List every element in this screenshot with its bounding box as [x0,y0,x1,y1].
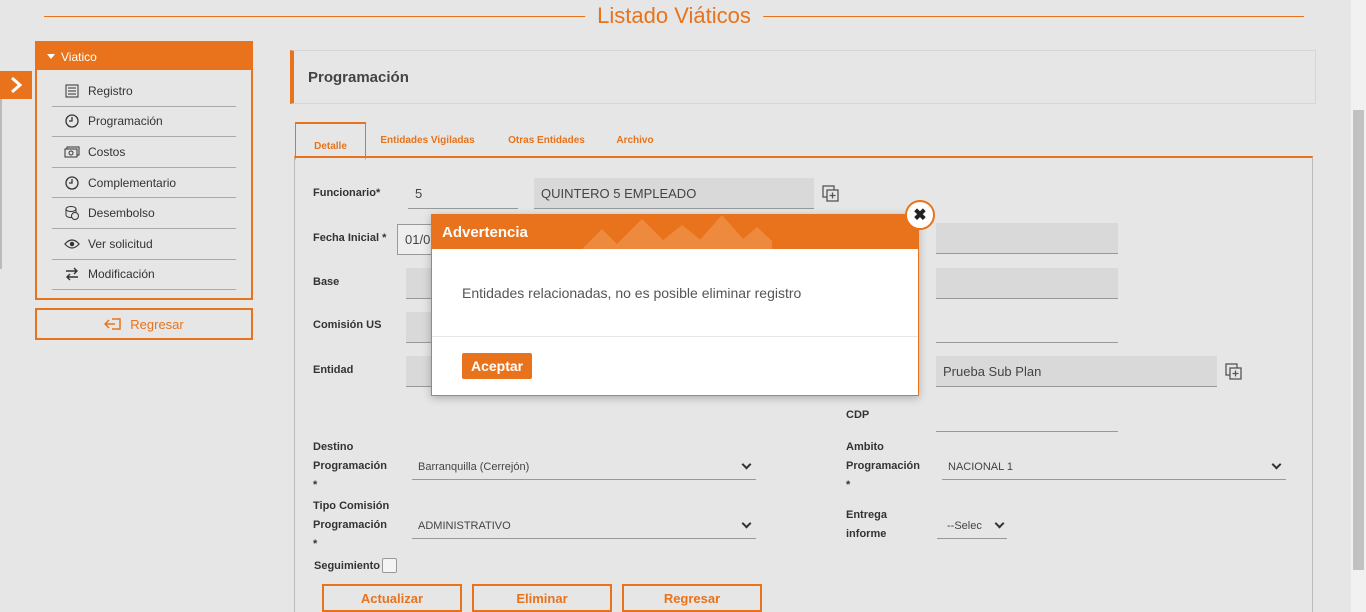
base-label: Base [313,276,340,288]
tab-bar: Detalle Entidades Vigiladas Otras Entida… [294,122,1313,160]
sidebar-back-label: Regresar [130,316,184,332]
sidebar-item-complementario[interactable]: Complementario [52,168,236,199]
sidebar-toggle-button[interactable] [0,71,32,99]
chevron-right-icon [11,77,23,93]
ambito-select-value: NACIONAL 1 [948,460,1014,473]
search-add-icon[interactable] [1225,363,1243,381]
tipo-comision-select[interactable]: ADMINISTRATIVO [412,513,756,539]
cdp-label: CDP [846,409,870,421]
ambito-label-2: Programación [846,460,920,472]
destino-label: Destino [313,441,354,453]
tipo-comision-label-2: Programación [313,519,387,531]
sidebar-header[interactable]: Viatico [37,43,251,70]
destino-label-2: Programación [313,460,387,472]
sidebar-back-button[interactable]: Regresar [35,308,253,340]
right-field-2 [936,268,1118,299]
section-header: Programación [290,50,1316,104]
sidebar-edge [0,99,2,269]
funcionario-label: Funcionario* [313,187,381,199]
accept-button[interactable]: Aceptar [462,353,533,379]
seguimiento-label: Seguimiento [314,560,381,572]
sidebar-item-label: Complementario [88,175,177,190]
ambito-select[interactable]: NACIONAL 1 [942,454,1286,480]
destino-select-value: Barranquilla (Cerrejón) [418,460,530,473]
entidad-label: Entidad [313,364,354,376]
warning-dialog: Advertencia Entidades relacionadas, no e… [431,214,919,396]
sidebar-item-label: Costos [88,144,126,159]
entrega-informe-select-value: --Selec [947,519,982,532]
dialog-title: Advertencia [442,223,528,241]
coins-icon [64,205,80,221]
sidebar-item-label: Registro [88,83,133,98]
back-icon [104,318,122,330]
sidebar-item-label: Programación [88,114,163,129]
ambito-label-3: * [846,479,851,491]
back-button[interactable]: Regresar [622,584,762,612]
page-title: Listado Viáticos [585,2,763,30]
money-icon [64,144,80,160]
caret-down-icon [47,54,55,59]
chevron-down-icon [994,518,1005,529]
tipo-comision-label: Tipo Comisión [313,500,390,512]
section-title: Programación [308,68,409,86]
cdp-field[interactable] [936,401,1118,432]
scrollbar-thumb[interactable] [1353,110,1364,570]
sidebar-item-label: Ver solicitud [88,236,153,251]
tab-otras-entidades[interactable]: Otras Entidades [504,122,589,158]
entrega-informe-label: Entrega [846,509,887,521]
chevron-down-icon [1271,459,1282,470]
sidebar-header-label: Viatico [61,49,97,64]
dialog-footer: Aceptar [432,337,918,395]
tipo-comision-select-value: ADMINISTRATIVO [418,519,511,532]
sidebar-item-registro[interactable]: Registro [52,76,236,107]
funcionario-id-field[interactable]: 5 [408,178,518,209]
entrega-informe-label-2: informe [846,528,887,540]
search-add-icon[interactable] [822,185,840,203]
subplan-field: Prueba Sub Plan [936,356,1217,387]
fecha-inicial-label: Fecha Inicial * [313,232,387,244]
sidebar-item-desembolso[interactable]: Desembolso [52,198,236,229]
page-scrollbar[interactable] [1351,0,1366,612]
clock-icon [64,175,80,191]
ambito-label: Ambito [846,441,884,453]
sidebar-item-ver-solicitud[interactable]: Ver solicitud [52,229,236,260]
destino-select[interactable]: Barranquilla (Cerrejón) [412,454,756,480]
sidebar-item-costos[interactable]: Costos [52,137,236,168]
delete-button[interactable]: Eliminar [472,584,612,612]
clock-icon [64,113,80,129]
tab-entidades-vigiladas[interactable]: Entidades Vigiladas [376,122,479,158]
page-title-bar: Listado Viáticos [44,2,1304,30]
sidebar-item-programacion[interactable]: Programación [52,107,236,138]
tab-detalle[interactable]: Detalle [295,122,366,160]
entrega-informe-select[interactable]: --Selec [937,513,1007,539]
close-icon[interactable]: ✖ [905,200,935,230]
eye-icon [64,236,80,252]
sidebar-menu: Viatico Registro Programación Costos Com… [35,41,253,301]
list-icon [64,83,80,99]
funcionario-name-field: QUINTERO 5 EMPLEADO [534,178,814,209]
sidebar-item-label: Modificación [88,267,155,282]
update-button[interactable]: Actualizar [322,584,462,612]
comision-us-label: Comisión US [313,319,382,331]
dialog-message: Entidades relacionadas, no es posible el… [432,249,918,337]
seguimiento-checkbox[interactable] [382,558,397,573]
right-field-3[interactable] [936,312,1118,343]
sidebar-item-modificacion[interactable]: Modificación [52,260,236,291]
dialog-header: Advertencia [432,215,918,249]
destino-label-3: * [313,479,318,491]
header-pattern-decoration [582,215,772,249]
fecha-final-field [936,223,1118,254]
tab-archivo[interactable]: Archivo [612,122,658,158]
sidebar-item-label: Desembolso [88,206,155,221]
tipo-comision-label-3: * [313,538,318,550]
chevron-down-icon [741,518,752,529]
chevron-down-icon [741,459,752,470]
swap-icon [64,266,80,282]
